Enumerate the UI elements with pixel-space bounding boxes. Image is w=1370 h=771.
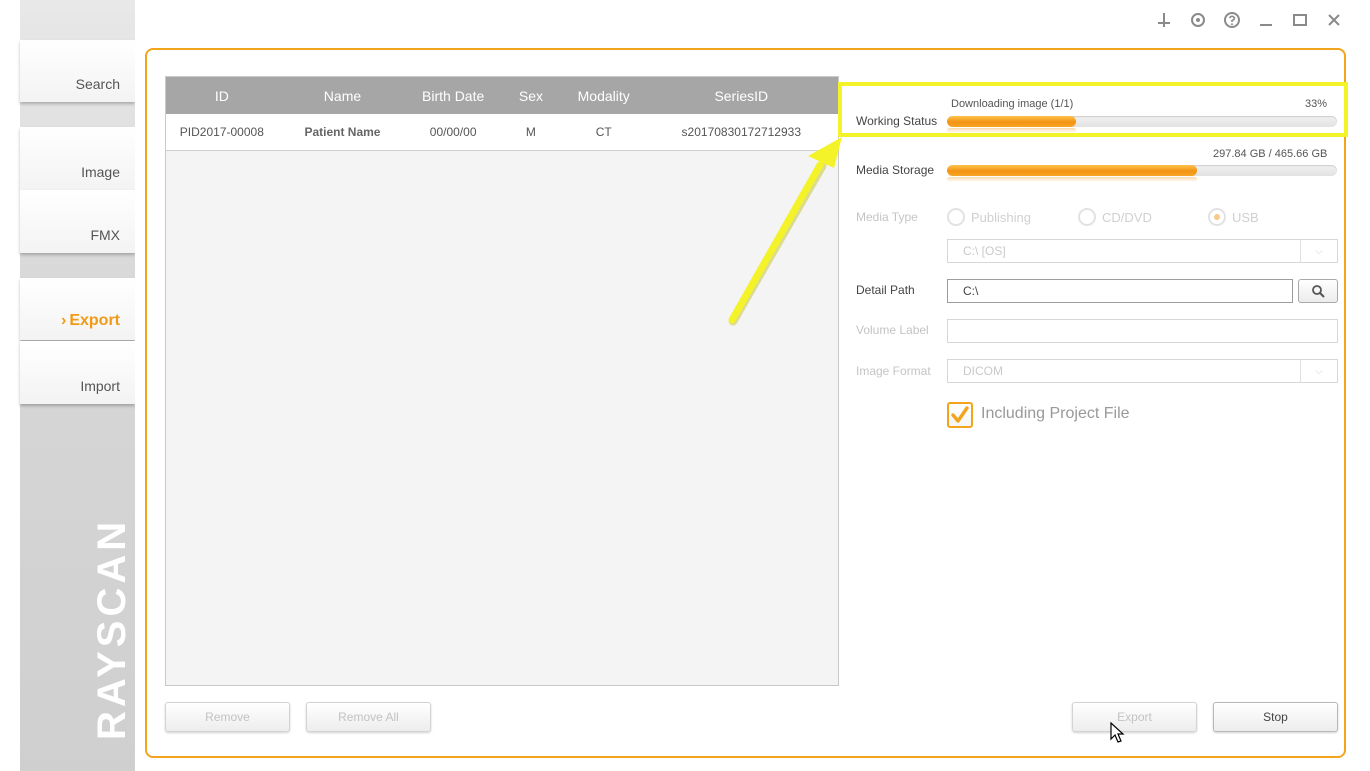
annotation-arrow: [728, 137, 842, 326]
mouse-cursor-icon: [1110, 722, 1125, 743]
